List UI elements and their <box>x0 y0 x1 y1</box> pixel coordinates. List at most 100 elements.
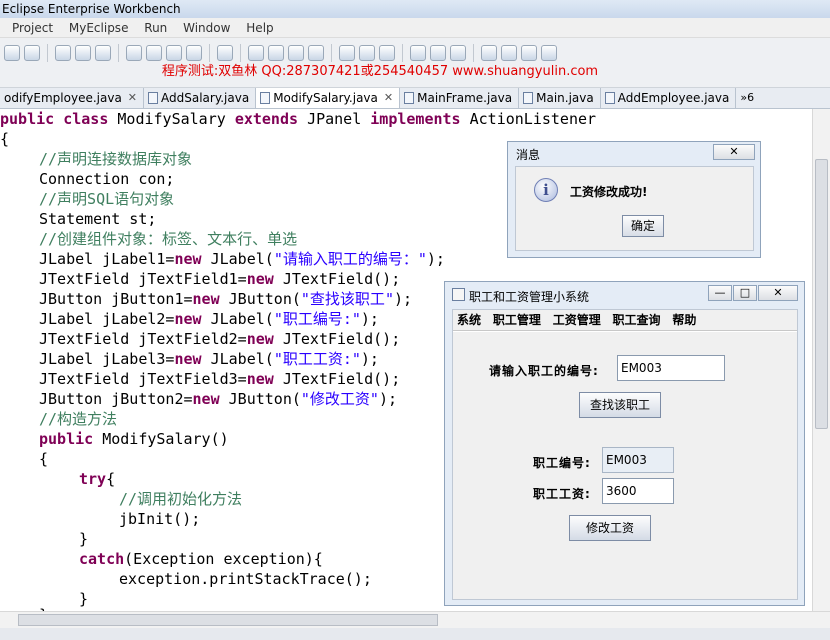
horizontal-scrollbar[interactable] <box>0 611 830 628</box>
tab-label: Main.java <box>536 91 594 105</box>
code-comment: //调用初始化方法 <box>119 490 243 508</box>
tab-label: AddSalary.java <box>161 91 250 105</box>
dialog-body: i 工资修改成功! 确定 <box>515 166 754 251</box>
code-text: ); <box>393 290 413 308</box>
scrollbar-thumb[interactable] <box>815 159 828 429</box>
java-file-icon <box>260 92 271 104</box>
tabs-overflow-button[interactable]: »6 <box>736 88 754 108</box>
refresh-icon[interactable] <box>379 45 395 61</box>
console-icon[interactable] <box>217 45 233 61</box>
salary-input[interactable]: 3600 <box>602 478 674 504</box>
code-text: JTextField(); <box>273 270 401 288</box>
run-icon[interactable] <box>268 45 284 61</box>
status-bar <box>0 628 830 640</box>
close-icon[interactable]: ✕ <box>128 88 137 108</box>
new-package-icon[interactable] <box>339 45 355 61</box>
run-external-icon[interactable] <box>288 45 304 61</box>
tab-main-frame[interactable]: MainFrame.java <box>400 88 520 108</box>
vertical-scrollbar[interactable] <box>812 109 830 611</box>
tab-modify-salary[interactable]: ModifySalary.java ✕ <box>256 88 401 108</box>
code-text: { <box>106 470 116 488</box>
tab-main[interactable]: Main.java <box>519 88 601 108</box>
search-icon[interactable] <box>430 45 446 61</box>
deploy-icon[interactable] <box>126 45 142 61</box>
code-comment: //声明SQL语句对象 <box>39 190 175 208</box>
info-icon: i <box>534 178 558 202</box>
code-line: JTextField jTextField1=new JTextField(); <box>39 269 400 289</box>
code-line: } <box>79 530 89 548</box>
maximize-button[interactable]: □ <box>733 285 757 301</box>
close-button[interactable]: ✕ <box>758 285 798 301</box>
code-text: JLabel jLabel1= <box>39 250 175 268</box>
outline-icon[interactable] <box>521 45 537 61</box>
code-keyword: class <box>63 110 109 128</box>
menu-project[interactable]: Project <box>0 18 53 38</box>
toolbar-separator <box>402 44 403 62</box>
code-text: JTextField jTextField3= <box>39 370 247 388</box>
watermark-banner: 程序测试:双鱼林 QQ:287307421或254540457 www.shua… <box>161 64 599 79</box>
dialog-message: 工资修改成功! <box>570 185 648 199</box>
salary-label: 职工工资: <box>533 487 591 501</box>
code-string: "请输入职工的编号：" <box>273 250 427 268</box>
task-icon[interactable] <box>450 45 466 61</box>
code-line: { <box>39 450 49 468</box>
code-line: { <box>0 130 10 148</box>
highlight-icon[interactable] <box>501 45 517 61</box>
new-class-icon[interactable] <box>359 45 375 61</box>
code-string: "职工工资:" <box>273 350 361 368</box>
menu-salary-management[interactable]: 工资管理 <box>549 310 605 330</box>
close-button[interactable]: ✕ <box>713 144 755 160</box>
database-icon[interactable] <box>166 45 182 61</box>
save-icon[interactable] <box>55 45 71 61</box>
code-text: ); <box>360 350 379 368</box>
menu-myeclipse[interactable]: MyEclipse <box>57 18 129 38</box>
find-employee-button[interactable]: 查找该职工 <box>579 392 661 418</box>
code-text: JTextField(); <box>273 370 401 388</box>
code-text: JButton( <box>219 390 301 408</box>
tab-label: ModifySalary.java <box>273 91 378 105</box>
employee-id-label: 职工编号: <box>533 456 591 470</box>
code-text: JPanel <box>307 110 362 128</box>
code-text: JLabel jLabel2= <box>39 310 175 328</box>
tab-add-employee[interactable]: AddEmployee.java <box>601 88 737 108</box>
code-line: exception.printStackTrace(); <box>119 570 372 588</box>
tab-modify-employee[interactable]: odifyEmployee.java ✕ <box>0 88 145 108</box>
tab-add-salary[interactable]: AddSalary.java <box>144 88 257 108</box>
minimize-button[interactable]: — <box>708 285 732 301</box>
save-all-icon[interactable] <box>75 45 91 61</box>
new-icon[interactable] <box>4 45 20 61</box>
menu-employee-query[interactable]: 职工查询 <box>609 310 665 330</box>
server-icon[interactable] <box>146 45 162 61</box>
java-file-icon <box>604 92 615 104</box>
code-line: JButton jButton2=new JButton("修改工资"); <box>39 389 397 409</box>
code-comment: //声明连接数据库对象 <box>39 150 193 168</box>
open-type-icon[interactable] <box>410 45 426 61</box>
ok-button[interactable]: 确定 <box>622 215 664 237</box>
menu-run[interactable]: Run <box>132 18 167 38</box>
browser-icon[interactable] <box>186 45 202 61</box>
open-icon[interactable] <box>24 45 40 61</box>
menu-help[interactable]: Help <box>234 18 273 38</box>
coverage-icon[interactable] <box>308 45 324 61</box>
menu-help[interactable]: 帮助 <box>668 310 700 330</box>
debug-icon[interactable] <box>248 45 264 61</box>
code-text: ); <box>360 310 379 328</box>
close-icon[interactable]: ✕ <box>384 88 393 108</box>
code-text: JTextField jTextField2= <box>39 330 247 348</box>
employee-id-search-input[interactable]: EM003 <box>617 355 725 381</box>
toolbar <box>0 38 830 88</box>
java-app-icon <box>452 288 465 301</box>
window-title: Eclipse Enterprise Workbench <box>2 2 181 16</box>
code-text: ); <box>378 390 398 408</box>
scrollbar-thumb[interactable] <box>18 614 438 626</box>
employee-id-field[interactable]: EM003 <box>602 447 674 473</box>
code-line: Connection con; <box>39 170 175 188</box>
modify-salary-button[interactable]: 修改工资 <box>569 515 651 541</box>
menu-window[interactable]: Window <box>171 18 230 38</box>
show-whitespace-icon[interactable] <box>541 45 557 61</box>
menu-system[interactable]: 系统 <box>453 310 485 330</box>
globe-icon[interactable] <box>95 45 111 61</box>
pin-icon[interactable] <box>481 45 497 61</box>
search-label: 请输入职工的编号: <box>489 364 599 378</box>
menu-employee-management[interactable]: 职工管理 <box>489 310 545 330</box>
